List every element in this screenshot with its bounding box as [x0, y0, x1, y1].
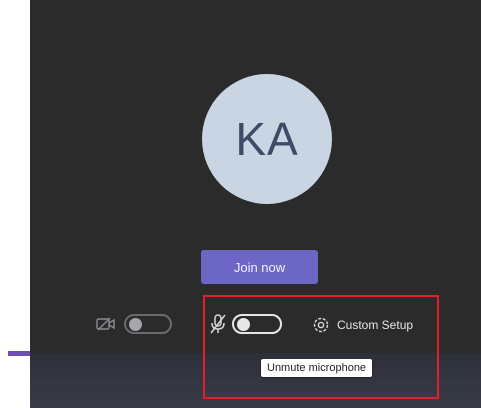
avatar-initials: KA: [235, 113, 299, 165]
join-now-button[interactable]: Join now: [201, 250, 318, 284]
highlight-box: [203, 295, 439, 399]
video-toggle[interactable]: [124, 314, 172, 334]
video-off-icon[interactable]: [96, 317, 116, 331]
avatar: KA: [202, 74, 332, 204]
video-toggle-knob: [129, 318, 142, 331]
screenshot-root: KA Join now Custom Setup Unmute micropho…: [0, 0, 481, 408]
